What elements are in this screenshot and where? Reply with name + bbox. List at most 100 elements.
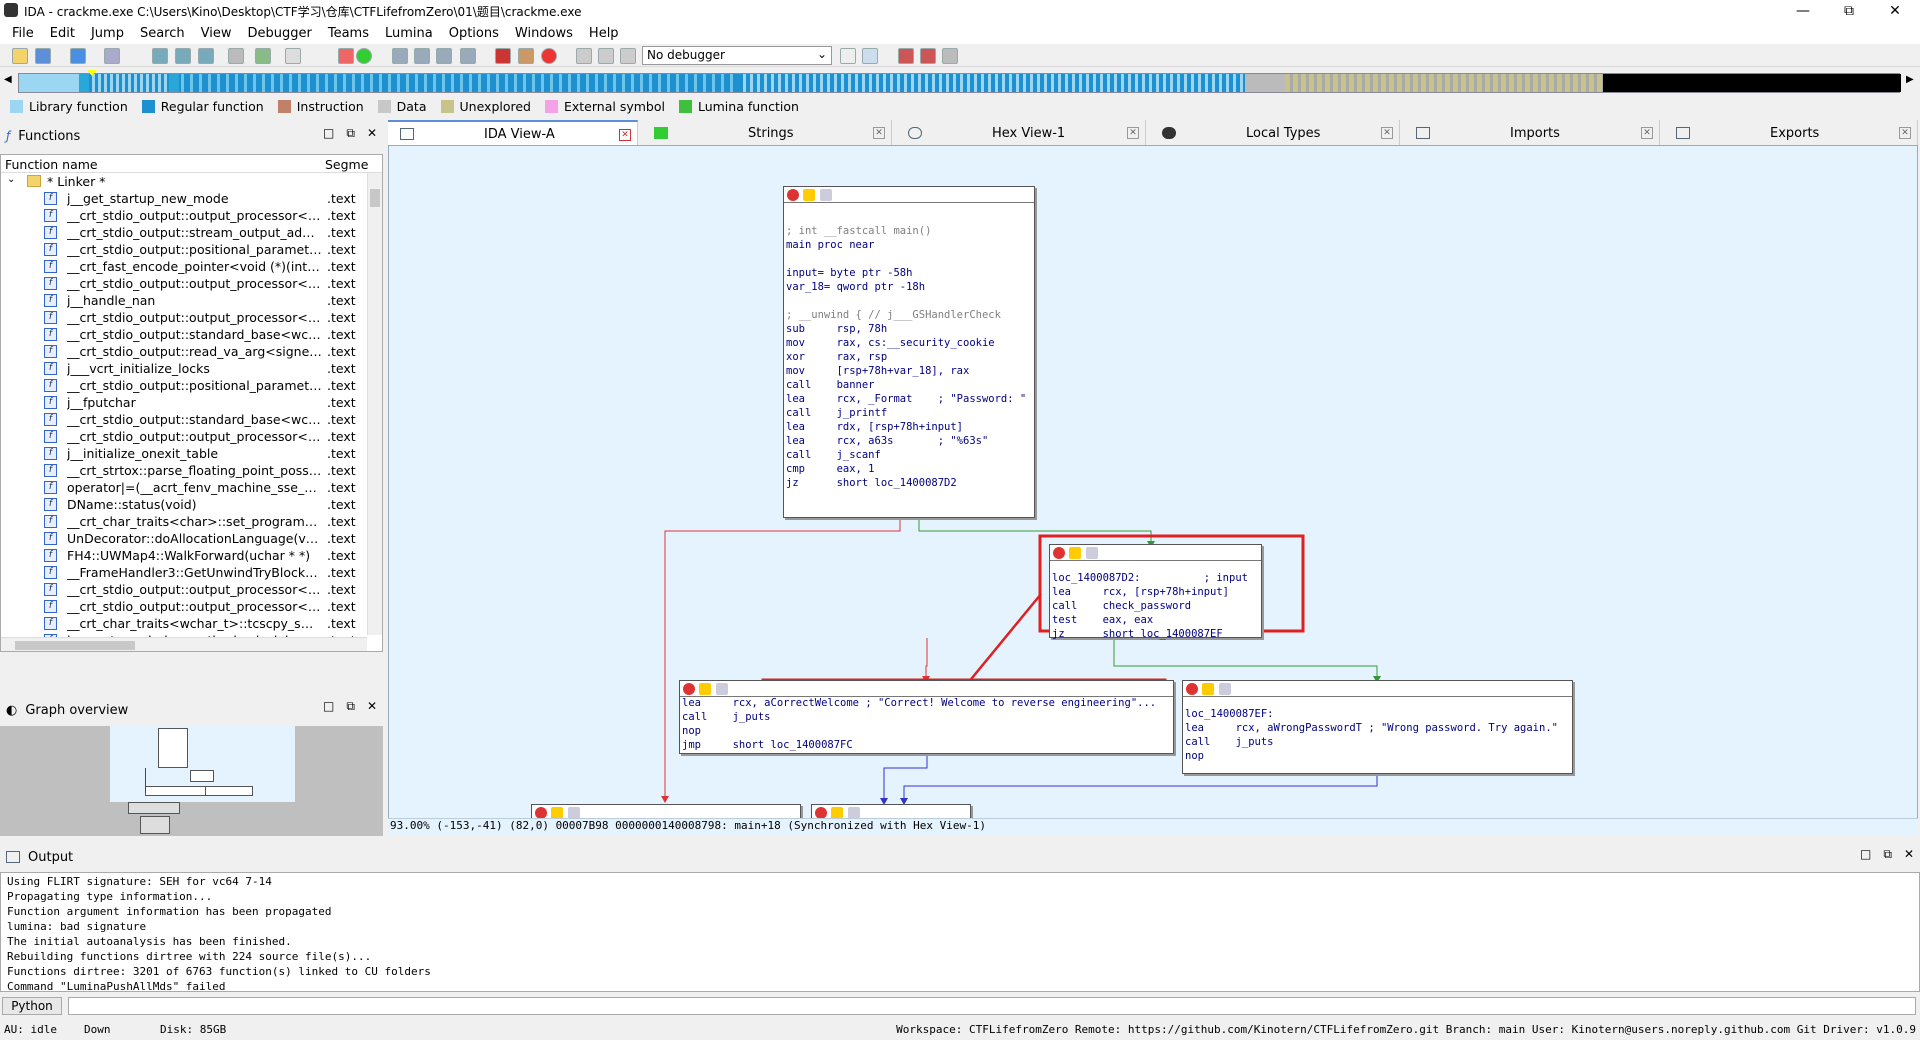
asm-line[interactable]: cmp eax, 1 — [786, 463, 875, 475]
node-collapse-icon[interactable] — [1219, 683, 1231, 695]
node-collapse-icon[interactable] — [820, 189, 832, 201]
python-language-button[interactable]: Python — [2, 997, 62, 1015]
lumina-icon[interactable] — [356, 48, 372, 64]
nav-right-arrow-icon[interactable]: ▶ — [1906, 74, 1914, 85]
bullets-icon[interactable] — [920, 48, 936, 64]
maximize-panel-icon[interactable]: □ — [1860, 847, 1871, 862]
data-icon[interactable] — [414, 48, 430, 64]
asm-line[interactable]: jmp short loc_1400087FC — [682, 739, 853, 751]
menu-view[interactable]: View — [193, 26, 240, 41]
tab-strings[interactable]: Strings ✕ — [642, 120, 892, 146]
debugger-select[interactable]: No debugger ⌄ — [642, 46, 832, 65]
tab-hex-view[interactable]: Hex View-1 ✕ — [896, 120, 1146, 146]
function-row[interactable]: f UnDecorator::doAllocationLanguage(void)… — [1, 530, 382, 547]
tab-ida-view-a[interactable]: IDA View-A ✕ — [388, 120, 638, 146]
function-row[interactable]: f __crt_stdio_output::positional_paramete… — [1, 241, 382, 258]
functions-icon[interactable] — [198, 48, 214, 64]
function-row[interactable]: f __crt_stdio_output::read_va_arg<signed … — [1, 343, 382, 360]
graph-node-correct[interactable]: lea rcx, aCorrectWelcome ; "Correct! Wel… — [679, 680, 1174, 754]
graph-node-check-password[interactable]: loc_1400087D2: ; input lea rcx, [rsp+78h+… — [1049, 544, 1262, 640]
asm-line[interactable]: mov [rsp+78h+var_18], rax — [786, 365, 969, 377]
tab-exports[interactable]: Exports ✕ — [1664, 120, 1918, 146]
node-color-icon[interactable] — [683, 683, 695, 695]
close-tab-icon[interactable]: ✕ — [873, 127, 885, 139]
close-button[interactable]: ✕ — [1872, 0, 1918, 22]
segments-icon[interactable] — [152, 48, 168, 64]
open-icon[interactable] — [12, 48, 28, 64]
col-function-name[interactable]: Function name — [5, 157, 98, 172]
function-row[interactable]: f __crt_stdio_output::output_processor<ch… — [1, 309, 382, 326]
function-row[interactable]: f __crt_strtox::parse_floating_point_poss… — [1, 462, 382, 479]
function-row[interactable]: f DName::status(void) .text — [1, 496, 382, 513]
asm-line[interactable]: call j_puts — [1185, 736, 1274, 748]
function-row[interactable]: f j__handle_nan .text — [1, 292, 382, 309]
ida-graph-view[interactable]: ; int __fastcall main() main proc near inp… — [388, 145, 1918, 835]
maximize-panel-icon[interactable]: □ — [323, 699, 334, 714]
list-view-icon[interactable] — [898, 48, 914, 64]
menu-help[interactable]: Help — [581, 26, 627, 41]
menu-search[interactable]: Search — [132, 26, 193, 41]
array-icon[interactable] — [460, 48, 476, 64]
menu-teams[interactable]: Teams — [320, 26, 377, 41]
asm-line[interactable]: jz short loc_1400087EF — [1052, 628, 1223, 640]
function-row[interactable]: f __crt_stdio_output::positional_paramete… — [1, 377, 382, 394]
float-panel-icon[interactable]: ⧉ — [346, 699, 355, 714]
node-edit-icon[interactable] — [699, 683, 711, 695]
stop-sign-icon[interactable] — [541, 48, 557, 64]
function-row[interactable]: f j__fputchar .text — [1, 394, 382, 411]
names-icon[interactable] — [175, 48, 191, 64]
output-log[interactable]: Using FLIRT signature: SEH for vc64 7-14… — [0, 872, 1920, 993]
graph-node-wrong[interactable]: loc_1400087EF:lea rcx, aWrongPasswordT ;… — [1182, 680, 1573, 774]
close-tab-icon[interactable]: ✕ — [1899, 127, 1911, 139]
strings-icon[interactable] — [228, 48, 244, 64]
asm-line[interactable]: lea rcx, [rsp+78h+input] — [1052, 586, 1229, 598]
function-row[interactable]: f __crt_stdio_output::output_processor<wc… — [1, 207, 382, 224]
node-collapse-icon[interactable] — [716, 683, 728, 695]
menu-options[interactable]: Options — [441, 26, 507, 41]
asm-line[interactable]: nop — [682, 725, 701, 737]
vertical-scrollbar[interactable] — [367, 173, 382, 635]
asm-line[interactable]: loc_1400087EF: — [1185, 708, 1274, 720]
node-color-icon[interactable] — [787, 189, 799, 201]
tab-local-types[interactable]: Local Types ✕ — [1150, 120, 1400, 146]
asm-line[interactable]: sub rsp, 78h — [786, 323, 887, 335]
function-row[interactable]: f __crt_stdio_output::stream_output_adapt… — [1, 224, 382, 241]
tab-imports[interactable]: Imports ✕ — [1404, 120, 1660, 146]
close-panel-icon[interactable]: ✕ — [1904, 847, 1914, 862]
chevron-down-icon[interactable]: ⌄ — [7, 174, 15, 185]
asm-line[interactable]: loc_1400087D2: ; input — [1052, 572, 1248, 584]
asm-line[interactable]: lea rcx, aWrongPasswordT ; "Wrong passwo… — [1185, 722, 1558, 734]
asm-line[interactable]: input= byte ptr -58h — [786, 267, 912, 279]
asm-line[interactable]: main proc near — [786, 239, 875, 251]
asm-line[interactable]: nop — [1185, 750, 1204, 762]
asm-line[interactable]: call j_printf — [786, 407, 887, 419]
menu-windows[interactable]: Windows — [507, 26, 581, 41]
function-row[interactable]: f __FrameHandler3::GetUnwindTryBlock(uns.… — [1, 564, 382, 581]
node-collapse-icon[interactable] — [1086, 547, 1098, 559]
stop-icon[interactable] — [620, 48, 636, 64]
pause-icon[interactable] — [598, 48, 614, 64]
graph-overview[interactable] — [0, 726, 383, 836]
menu-lumina[interactable]: Lumina — [377, 26, 441, 41]
node-edit-icon[interactable] — [1202, 683, 1214, 695]
command-input[interactable] — [68, 997, 1916, 1015]
node-color-icon[interactable] — [1053, 547, 1065, 559]
jump-icon[interactable] — [255, 48, 271, 64]
function-row[interactable]: f j__get_startup_new_mode .text — [1, 190, 382, 207]
function-row[interactable]: f j___vcrt_initialize_locks .text — [1, 360, 382, 377]
asm-line[interactable]: ; __unwind { // j___GSHandlerCheck — [786, 309, 1001, 321]
asm-line[interactable]: lea rcx, a63s ; "%63s" — [786, 435, 988, 447]
horizontal-scrollbar[interactable] — [1, 637, 367, 651]
close-tab-icon[interactable]: ✕ — [619, 129, 631, 141]
function-row[interactable]: f j__initialize_onexit_table .text — [1, 445, 382, 462]
function-row[interactable]: f __crt_stdio_output::output_processor<wc… — [1, 428, 382, 445]
function-row[interactable]: f __crt_stdio_output::standard_base<wchar… — [1, 326, 382, 343]
function-row[interactable]: f FH4::UWMap4::WalkForward(uchar * *) .tex… — [1, 547, 382, 564]
asm-line[interactable]: ; int __fastcall main() — [786, 225, 931, 237]
function-row[interactable]: f operator|=(__acrt_fenv_machine_sse_stat… — [1, 479, 382, 496]
asm-line[interactable]: mov rax, cs:__security_cookie — [786, 337, 995, 349]
asm-line[interactable]: test eax, eax — [1052, 614, 1153, 626]
function-row[interactable]: f __crt_fast_encode_pointer<void (*)(int)… — [1, 258, 382, 275]
asm-line[interactable]: call banner — [786, 379, 875, 391]
navigation-band[interactable] — [18, 70, 1901, 93]
